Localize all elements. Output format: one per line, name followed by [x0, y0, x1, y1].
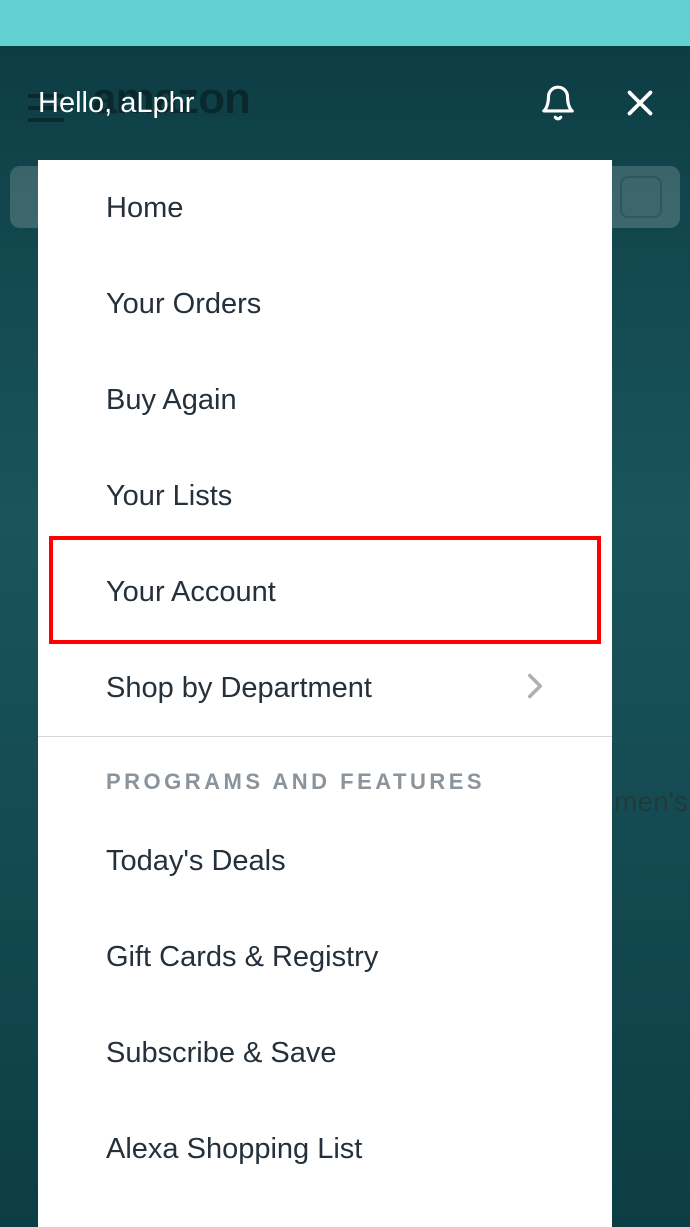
menu-item-shop-by-department[interactable]: Shop by Department [38, 640, 612, 736]
menu-item-your-orders[interactable]: Your Orders [38, 256, 612, 352]
menu-item-todays-deals[interactable]: Today's Deals [38, 813, 612, 909]
close-button[interactable] [618, 81, 662, 125]
menu-item-label: Your Account [106, 576, 276, 609]
greeting-text: Hello, aLphr [38, 87, 536, 120]
bell-icon [539, 83, 577, 123]
menu-item-alexa-shopping-list[interactable]: Alexa Shopping List [38, 1101, 612, 1197]
menu-item-label: Gift Cards & Registry [106, 941, 378, 974]
menu-item-label: Alexa Shopping List [106, 1133, 362, 1166]
menu-panel: Home Your Orders Buy Again Your Lists Yo… [38, 160, 612, 1227]
menu-item-subscribe-save[interactable]: Subscribe & Save [38, 1005, 612, 1101]
chevron-right-icon [526, 672, 544, 705]
camera-icon [620, 176, 662, 218]
menu-item-buy-again[interactable]: Buy Again [38, 352, 612, 448]
menu-item-label: Home [106, 192, 183, 225]
menu-item-label: Subscribe & Save [106, 1037, 337, 1070]
notifications-button[interactable] [536, 81, 580, 125]
menu-item-label: Today's Deals [106, 845, 286, 878]
top-banner [0, 0, 690, 46]
menu-item-home[interactable]: Home [38, 160, 612, 256]
menu-item-your-lists[interactable]: Your Lists [38, 448, 612, 544]
menu-item-label: Shop by Department [106, 672, 372, 705]
menu-item-label: Buy Again [106, 384, 237, 417]
section-header-programs: PROGRAMS AND FEATURES [38, 737, 612, 813]
menu-item-gift-cards-registry[interactable]: Gift Cards & Registry [38, 909, 612, 1005]
menu-item-your-account[interactable]: Your Account [38, 544, 612, 640]
close-icon [622, 85, 658, 121]
menu-header: Hello, aLphr [0, 46, 690, 160]
backdrop-tab-label: men's [614, 786, 688, 818]
menu-item-label: Your Orders [106, 288, 261, 321]
menu-item-label: Your Lists [106, 480, 232, 513]
